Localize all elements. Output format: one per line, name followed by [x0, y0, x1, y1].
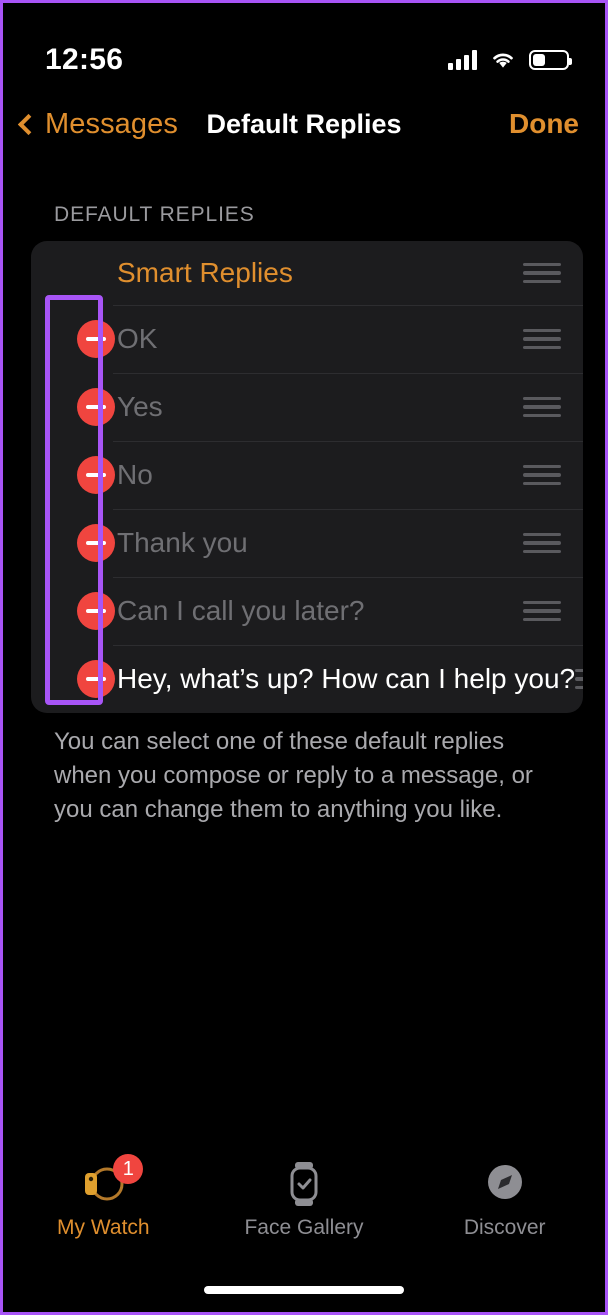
row-label: OK — [117, 323, 158, 354]
minus-circle-icon[interactable] — [77, 524, 115, 562]
row-label: Thank you — [117, 527, 248, 558]
reorder-handle-icon[interactable] — [523, 600, 561, 622]
reorder-handle-icon[interactable] — [523, 532, 561, 554]
list-item-smart-replies[interactable]: Smart Replies — [31, 241, 583, 305]
chevron-left-icon — [17, 113, 40, 135]
list-item[interactable]: Hey, what’s up? How can I help you? — [31, 645, 583, 713]
tab-bar: 1 My Watch Face Gallery Discover — [3, 1152, 605, 1252]
tab-label: My Watch — [57, 1216, 150, 1239]
reorder-handle-icon[interactable] — [523, 396, 561, 418]
navigation-bar: Messages Default Replies Done — [3, 95, 605, 153]
wifi-icon — [493, 53, 513, 68]
section-header: DEFAULT REPLIES — [54, 203, 255, 226]
list-item[interactable]: Thank you — [31, 509, 583, 577]
list-item[interactable]: No — [31, 441, 583, 509]
reorder-handle-icon[interactable] — [523, 464, 561, 486]
tab-face-gallery[interactable]: Face Gallery — [204, 1158, 405, 1240]
status-indicators — [448, 50, 572, 70]
battery-icon — [529, 50, 572, 70]
row-label: Yes — [117, 391, 163, 422]
minus-circle-icon[interactable] — [77, 592, 115, 630]
reorder-handle-icon[interactable] — [523, 328, 561, 350]
tab-label: Face Gallery — [244, 1216, 364, 1239]
row-label: Can I call you later? — [117, 595, 365, 626]
row-label: Hey, what’s up? How can I help you? — [117, 663, 576, 694]
reorder-handle-icon[interactable] — [523, 262, 561, 284]
section-footnote: You can select one of these default repl… — [54, 728, 533, 823]
minus-circle-icon[interactable] — [77, 660, 115, 698]
done-button[interactable]: Done — [509, 108, 579, 140]
watch-icon: 1 — [77, 1154, 144, 1210]
back-button[interactable]: Messages — [17, 108, 178, 141]
default-replies-list: Smart Replies OK Yes No Thank you Can I … — [31, 241, 583, 713]
badge-count: 1 — [113, 1154, 144, 1184]
tab-label: Discover — [463, 1216, 546, 1239]
battery-fill — [533, 54, 546, 66]
iphone-screen: 12:56 Messages Default Replies Done DEFA… — [0, 0, 608, 1315]
list-item[interactable]: Can I call you later? — [31, 577, 583, 645]
minus-circle-icon[interactable] — [77, 456, 115, 494]
list-item[interactable]: Yes — [31, 373, 583, 441]
compass-icon — [479, 1158, 531, 1210]
minus-circle-icon[interactable] — [77, 388, 115, 426]
list-item[interactable]: OK — [31, 305, 583, 373]
cellular-signal-icon — [448, 50, 477, 70]
tab-discover[interactable]: Discover — [404, 1158, 605, 1240]
status-time: 12:56 — [45, 43, 124, 76]
status-bar: 12:56 — [3, 3, 605, 91]
tab-my-watch[interactable]: 1 My Watch — [3, 1154, 204, 1240]
row-label: No — [117, 459, 153, 490]
watch-face-icon — [278, 1158, 330, 1210]
minus-circle-icon[interactable] — [77, 320, 115, 358]
back-button-label: Messages — [45, 107, 178, 140]
reorder-handle-icon[interactable] — [575, 668, 583, 690]
home-indicator — [204, 1286, 404, 1294]
row-label: Smart Replies — [117, 257, 293, 288]
